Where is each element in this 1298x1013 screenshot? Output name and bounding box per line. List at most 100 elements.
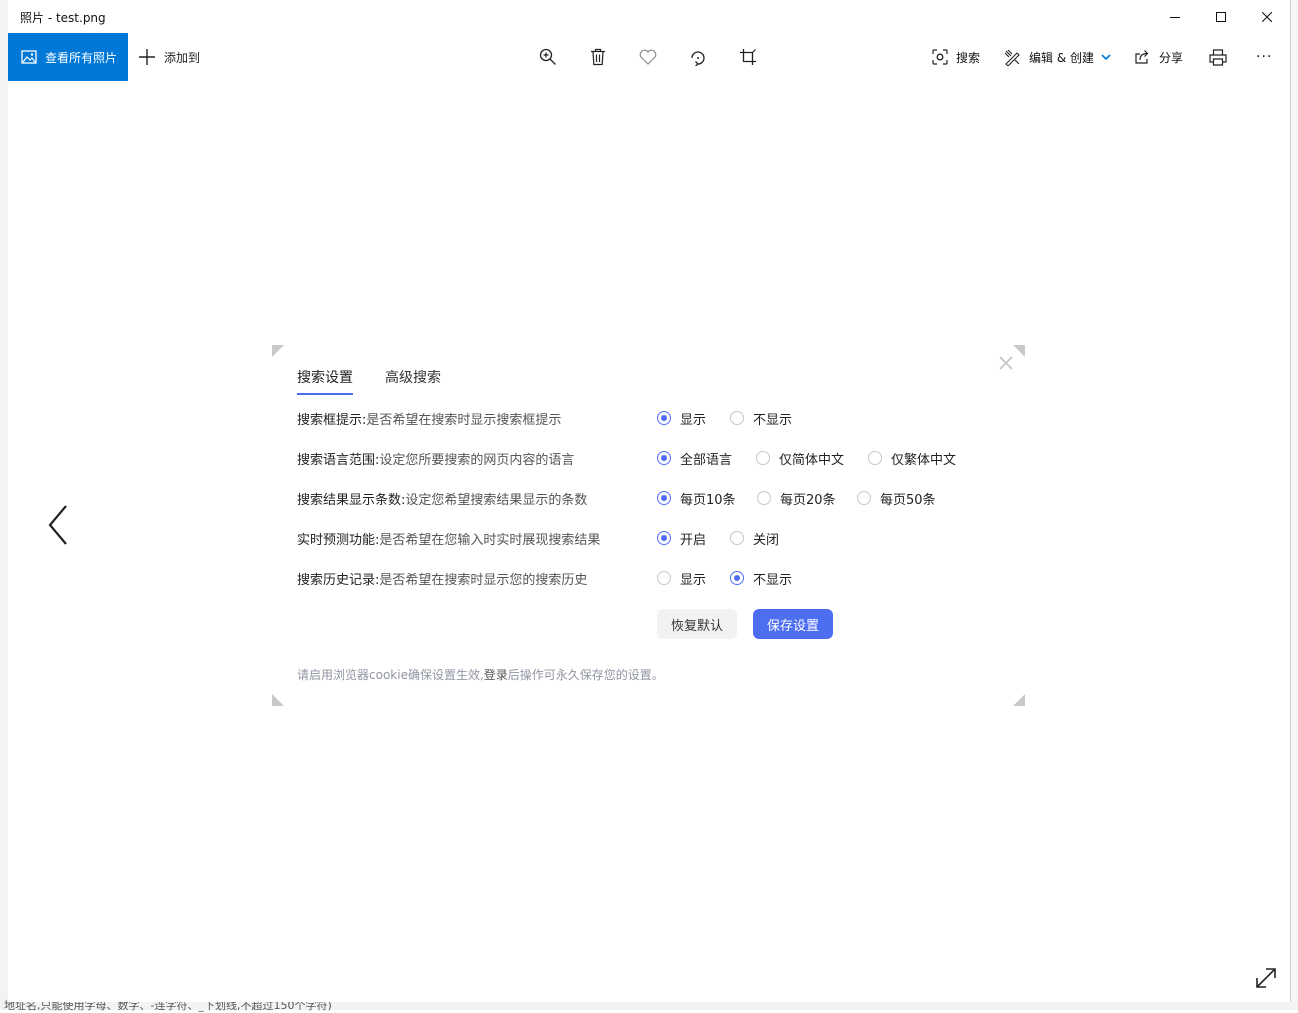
print-button[interactable]: [1206, 45, 1230, 69]
radio-button: [730, 571, 744, 585]
rotate-button[interactable]: [686, 45, 710, 69]
edit-create-icon: [1004, 49, 1020, 66]
radio-label: 显示: [680, 412, 707, 428]
maximize-icon: [1216, 11, 1226, 22]
minimize-icon: [1170, 16, 1180, 18]
more-icon: ···: [1256, 49, 1273, 65]
favorite-button[interactable]: [636, 45, 660, 69]
radio-option: 关闭: [730, 529, 779, 548]
edit-create-label: 编辑 & 创建: [1029, 50, 1094, 65]
radio-button: [657, 531, 671, 545]
radio-option: 不显示: [730, 569, 792, 588]
radio-option: 全部语言: [657, 449, 732, 468]
radio-label: 显示: [680, 572, 707, 588]
radio-label: 每页50条: [880, 492, 936, 508]
setting-row-suggestions: 搜索框提示: 是否希望在搜索时显示搜索框提示: [297, 408, 561, 428]
plus-icon: [139, 49, 155, 65]
login-link: 登录: [483, 668, 508, 682]
radio-button: [657, 491, 671, 505]
visual-search-icon: [932, 49, 948, 65]
photo-icon: [21, 49, 37, 65]
print-icon: [1209, 48, 1227, 66]
radio-label: 每页10条: [680, 492, 736, 508]
photo-corner: [272, 345, 284, 357]
radio-option: 显示: [657, 409, 706, 428]
tab-search-settings: 搜索设置: [297, 367, 353, 395]
minimize-button[interactable]: [1152, 0, 1198, 33]
photo-corner: [272, 694, 284, 706]
note-suffix: 后操作可永久保存您的设置。: [507, 668, 664, 682]
window-title: 照片 - test.png: [20, 11, 106, 25]
setting-desc: 设定您所要搜索的网页内容的语言: [379, 452, 575, 468]
radio-button: [730, 411, 744, 425]
radio-label: 不显示: [753, 572, 793, 588]
expand-icon[interactable]: [1254, 966, 1278, 990]
radio-label: 全部语言: [680, 452, 733, 468]
radio-label: 不显示: [753, 412, 793, 428]
radio-option: 开启: [657, 529, 706, 548]
tab-advanced-search: 高级搜索: [385, 370, 441, 386]
close-window-button[interactable]: [1244, 0, 1290, 33]
radio-option: 每页50条: [857, 489, 936, 508]
radio-button: [657, 571, 671, 585]
radio-option: 每页10条: [657, 489, 736, 508]
radio-button: [757, 491, 771, 505]
chevron-down-icon: [1101, 53, 1111, 60]
cookie-note: 请启用浏览器cookie确保设置生效,登录后操作可永久保存您的设置。: [297, 666, 664, 683]
close-icon: [1262, 11, 1272, 22]
photos-app-window: 照片 - test.png 查看所有照片 添加到 搜索 编辑 & 创建 分享 ·…: [8, 0, 1290, 1002]
share-label: 分享: [1159, 50, 1184, 65]
displayed-photo: 搜索设置 高级搜索 搜索框提示: 是否希望在搜索时显示搜索框提示 显示 不显示 …: [272, 345, 1025, 706]
radio-option: 每页20条: [757, 489, 836, 508]
radio-button: [857, 491, 871, 505]
radio-label: 开启: [680, 532, 707, 548]
radio-label: 仅简体中文: [779, 452, 845, 468]
setting-desc: 是否希望在您输入时实时展现搜索结果: [379, 532, 601, 548]
search-button[interactable]: 搜索: [932, 33, 980, 81]
background-window-bottom: 地址名,只能使用字母、数字、-连字符、_下划线,不超过150个字符): [0, 999, 1298, 1012]
crop-button[interactable]: [736, 45, 760, 69]
share-icon: [1135, 50, 1149, 64]
setting-desc: 是否希望在搜索时显示搜索框提示: [366, 412, 562, 428]
close-icon: [999, 356, 1013, 370]
note-prefix: 请启用浏览器cookie确保设置生效,: [297, 668, 484, 682]
add-to-label: 添加到: [164, 50, 201, 65]
share-button[interactable]: 分享: [1134, 33, 1183, 81]
heart-icon: [639, 49, 657, 65]
delete-button[interactable]: [586, 45, 610, 69]
add-to-button[interactable]: 添加到: [138, 33, 200, 81]
view-all-photos-label: 查看所有照片: [45, 50, 118, 65]
radio-button: [730, 531, 744, 545]
zoom-in-icon: [539, 48, 556, 65]
view-all-photos-button[interactable]: 查看所有照片: [8, 33, 128, 81]
radio-option: 仅简体中文: [756, 449, 844, 468]
setting-key: 搜索历史记录:: [297, 572, 380, 588]
toolbar: 查看所有照片 添加到 搜索 编辑 & 创建 分享 ···: [8, 33, 1290, 81]
radio-button: [657, 451, 671, 465]
more-button[interactable]: ···: [1256, 33, 1272, 81]
radio-option: 显示: [657, 569, 706, 588]
background-window-right: [1290, 0, 1298, 1010]
radio-button: [657, 411, 671, 425]
radio-option: 不显示: [730, 409, 792, 428]
photo-corner: [1013, 694, 1025, 706]
setting-row-history: 搜索历史记录: 是否希望在搜索时显示您的搜索历史: [297, 568, 587, 588]
setting-row-realtime: 实时预测功能: 是否希望在您输入时实时展现搜索结果: [297, 528, 600, 548]
radio-button: [868, 451, 882, 465]
setting-key: 实时预测功能:: [297, 532, 380, 548]
search-label: 搜索: [956, 50, 981, 65]
zoom-button[interactable]: [536, 45, 560, 69]
delete-icon: [591, 48, 605, 66]
setting-desc: 设定您希望搜索结果显示的条数: [405, 492, 588, 508]
edit-create-button[interactable]: 编辑 & 创建: [1004, 33, 1111, 81]
setting-key: 搜索结果显示条数:: [297, 492, 406, 508]
crop-icon: [740, 49, 756, 65]
chevron-left-icon[interactable]: [44, 500, 74, 550]
maximize-button[interactable]: [1198, 0, 1244, 33]
radio-label: 每页20条: [780, 492, 836, 508]
radio-button: [756, 451, 770, 465]
title-bar: 照片 - test.png: [8, 0, 1290, 33]
setting-row-language: 搜索语言范围: 设定您所要搜索的网页内容的语言: [297, 448, 574, 468]
setting-key: 搜索语言范围:: [297, 452, 380, 468]
radio-option: 仅繁体中文: [868, 449, 956, 468]
